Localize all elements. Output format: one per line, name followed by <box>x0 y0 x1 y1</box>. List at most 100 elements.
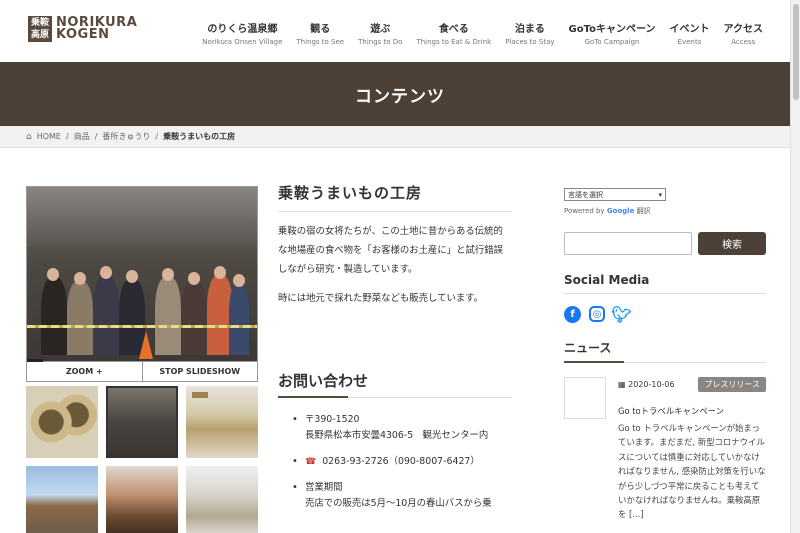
thumbnail-3[interactable] <box>186 386 258 458</box>
photo-background <box>27 187 257 247</box>
photo-gallery: ZOOM + STOP SLIDESHOW <box>26 186 258 533</box>
news-item[interactable]: ▦ 2020-10-06 プレスリリース Go toトラベルキャンペーン Go … <box>564 377 766 522</box>
instagram-icon[interactable]: ◎ <box>589 306 605 322</box>
contact-address: 〒390-1520 長野県松本市安曇4306-5 観光センター内 <box>292 412 512 444</box>
logo-line2: KOGEN <box>56 27 110 42</box>
nav-item-goto[interactable]: GoToキャンペーン GoTo Campaign <box>562 20 663 46</box>
thumbnail-5[interactable] <box>106 466 178 533</box>
breadcrumb-separator: / <box>94 132 98 141</box>
nav-label-jp: イベント <box>669 24 710 35</box>
twitter-icon[interactable]: 🐦︎ <box>611 305 631 324</box>
breadcrumb-products[interactable]: 商品 <box>74 131 90 142</box>
photo-figure <box>155 277 181 355</box>
nav-label-jp: 食べる <box>438 24 469 35</box>
breadcrumb-current: 乗鞍うまいもの工房 <box>163 132 236 141</box>
slideshow-controls: ZOOM + STOP SLIDESHOW <box>26 359 258 382</box>
photo-figure-head <box>188 272 200 285</box>
language-select[interactable]: 言語を選択 ▾ <box>564 188 666 201</box>
news-title[interactable]: Go toトラベルキャンペーン <box>618 405 766 417</box>
powered-by-label: Powered by <box>564 207 605 215</box>
nav-item-eat[interactable]: 食べる Things to Eat & Drink <box>409 20 498 46</box>
thumbnail-4[interactable] <box>26 466 98 533</box>
photo-traffic-cone <box>139 331 153 359</box>
calendar-icon: ▦ <box>618 380 629 389</box>
main-nav: のりくら温泉郷 Norikura Onsen Village 観る Things t… <box>195 20 770 46</box>
nav-item-do[interactable]: 遊ぶ Things to Do <box>351 20 409 46</box>
nav-item-events[interactable]: イベント Events <box>663 20 717 46</box>
nav-label-jp: のりくら温泉郷 <box>207 24 278 35</box>
nav-label-en: GoTo Campaign <box>584 38 640 46</box>
google-translate-credit: Powered by Google 翻訳 <box>564 206 766 216</box>
nav-label-en: Things to Do <box>358 38 403 46</box>
photo-figure <box>67 281 93 355</box>
contact-hours: 営業期間 売店での販売は5月～10月の春山バスから乗 <box>292 480 512 512</box>
photo-figure <box>229 283 249 355</box>
nav-item-onsen-village[interactable]: のりくら温泉郷 Norikura Onsen Village <box>195 20 289 46</box>
nav-label-en: Things to See <box>296 38 345 46</box>
photo-figure-head <box>162 268 174 281</box>
thumbnail-6[interactable] <box>186 466 258 533</box>
news-meta: ▦ 2020-10-06 プレスリリース <box>618 377 766 392</box>
news-category-badge[interactable]: プレスリリース <box>698 377 766 392</box>
social-links: f ◎ 🐦︎ <box>564 305 766 324</box>
breadcrumb-separator: / <box>66 132 69 141</box>
google-logo: Google <box>606 207 635 215</box>
article: 乗鞍うまいもの工房 乗鞍の宿の女将たちが、この土地に昔からある伝統的な地場産の食… <box>278 182 512 522</box>
stop-slideshow-button[interactable]: STOP SLIDESHOW <box>141 362 257 381</box>
photo-figure <box>93 275 119 355</box>
article-note: 時には地元で採れた野菜なども販売しています。 <box>278 293 484 304</box>
news-date-text: 2020-10-06 <box>628 380 675 389</box>
banner-title: コンテンツ <box>355 86 445 107</box>
hours-text: 売店での販売は5月～10月の春山バスから乗 <box>305 498 492 509</box>
article-title: 乗鞍うまいもの工房 <box>278 182 512 212</box>
contact-phone: ☎ 0263-93-2726（090-8007-6427） <box>292 454 512 470</box>
translate-link[interactable]: 翻訳 <box>637 207 651 215</box>
facebook-icon[interactable]: f <box>564 306 581 323</box>
phone-number[interactable]: 0263-93-2726（090-8007-6427） <box>322 456 480 467</box>
breadcrumb-cucumber[interactable]: 番所きゅうり <box>102 131 150 142</box>
address: 長野県松本市安曇4306-5 観光センター内 <box>305 430 489 441</box>
article-description: 乗鞍の宿の女将たちが、この土地に昔からある伝統的な地場産の食べ物を「お客様のお土… <box>278 226 504 275</box>
chevron-down-icon: ▾ <box>658 190 662 199</box>
photo-figure-head <box>100 266 112 279</box>
search-button[interactable]: 検索 <box>698 232 766 255</box>
nav-item-access[interactable]: アクセス Access <box>717 20 771 46</box>
nav-label-en: Places to Stay <box>505 38 555 46</box>
zoom-button[interactable]: ZOOM + <box>27 362 142 381</box>
nav-label-jp: 泊まる <box>514 24 545 35</box>
nav-label-jp: 観る <box>310 24 331 35</box>
news-body: ▦ 2020-10-06 プレスリリース Go toトラベルキャンペーン Go … <box>618 377 766 522</box>
logo-text: NORIKURA KOGEN <box>56 16 137 42</box>
scrollbar-thumb[interactable] <box>793 4 799 100</box>
site-logo[interactable]: 乗鞍 高原 NORIKURA KOGEN <box>28 16 137 42</box>
breadcrumb-home[interactable]: HOME <box>37 132 61 141</box>
thumbnail-2[interactable] <box>106 386 178 458</box>
nav-label-en: Norikura Onsen Village <box>202 38 283 46</box>
thumbnail-grid <box>26 386 258 533</box>
photo-figure <box>181 281 207 355</box>
logo-mark-top: 乗鞍 <box>30 18 49 28</box>
phone-icon: ☎ <box>305 457 317 467</box>
photo-figure-head <box>74 272 86 285</box>
postal-code: 〒390-1520 <box>305 414 360 425</box>
search-input[interactable] <box>564 232 692 255</box>
nav-label-en: Events <box>677 38 702 46</box>
contact-list: 〒390-1520 長野県松本市安曇4306-5 観光センター内 ☎ 0263-9… <box>278 412 512 512</box>
social-media-heading: Social Media <box>564 273 766 294</box>
nav-item-stay[interactable]: 泊まる Places to Stay <box>498 20 561 46</box>
page-banner: コンテンツ <box>0 62 800 126</box>
nav-label-en: Access <box>731 38 756 46</box>
language-select-value: 言語を選択 <box>568 190 603 199</box>
site-header: 乗鞍 高原 NORIKURA KOGEN のりくら温泉郷 Norikura Ons… <box>0 0 800 62</box>
news-heading: ニュース <box>564 339 766 363</box>
thumbnail-1[interactable] <box>26 386 98 458</box>
contact-heading: お問い合わせ <box>278 370 512 398</box>
breadcrumb-separator: / <box>155 132 159 141</box>
page-scrollbar[interactable] <box>790 0 800 533</box>
photo-figure-head <box>214 266 226 279</box>
main-slideshow-photo[interactable] <box>26 186 258 362</box>
nav-label-en: Things to Eat & Drink <box>416 38 492 46</box>
photo-figure-head <box>47 268 59 281</box>
news-thumbnail[interactable] <box>564 377 606 419</box>
nav-item-see[interactable]: 観る Things to See <box>289 20 351 46</box>
